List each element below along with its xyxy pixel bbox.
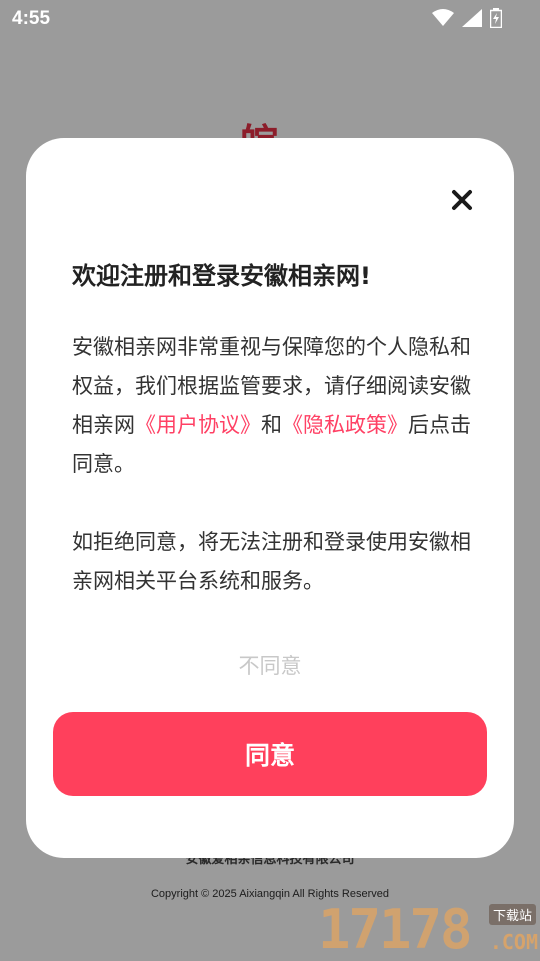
close-button[interactable]: [448, 186, 476, 214]
wifi-icon: [432, 9, 454, 26]
watermark-number: 17178: [318, 898, 473, 961]
consent-text-and: 和: [261, 413, 282, 437]
dialog-body: 安徽相亲网非常重视与保障您的个人隐私和权益，我们根据监管要求，请仔细阅读安徽相亲…: [72, 328, 472, 601]
battery-charging-icon: [490, 8, 502, 28]
agree-button[interactable]: 同意: [53, 712, 487, 796]
status-bar: 4:55: [0, 0, 540, 38]
watermark-domain: .COM: [489, 930, 538, 954]
watermark: 17178 下载站 .COM: [318, 898, 540, 961]
privacy-policy-link[interactable]: 《隐私政策》: [282, 413, 408, 437]
status-icons: [432, 8, 502, 28]
close-icon: [452, 190, 472, 210]
status-time: 4:55: [12, 8, 51, 29]
refusal-paragraph: 如拒绝同意，将无法注册和登录使用安徽相亲网相关平台系统和服务。: [72, 530, 471, 593]
dialog-title: 欢迎注册和登录安徽相亲网!: [72, 262, 371, 290]
watermark-tag: 下载站: [488, 904, 536, 925]
privacy-consent-dialog: 欢迎注册和登录安徽相亲网! 安徽相亲网非常重视与保障您的个人隐私和权益，我们根据…: [26, 138, 514, 858]
signal-icon: [462, 9, 482, 27]
user-agreement-link[interactable]: 《用户协议》: [135, 413, 261, 437]
consent-paragraph: 安徽相亲网非常重视与保障您的个人隐私和权益，我们根据监管要求，请仔细阅读安徽相亲…: [72, 328, 472, 484]
disagree-button[interactable]: 不同意: [26, 650, 514, 680]
